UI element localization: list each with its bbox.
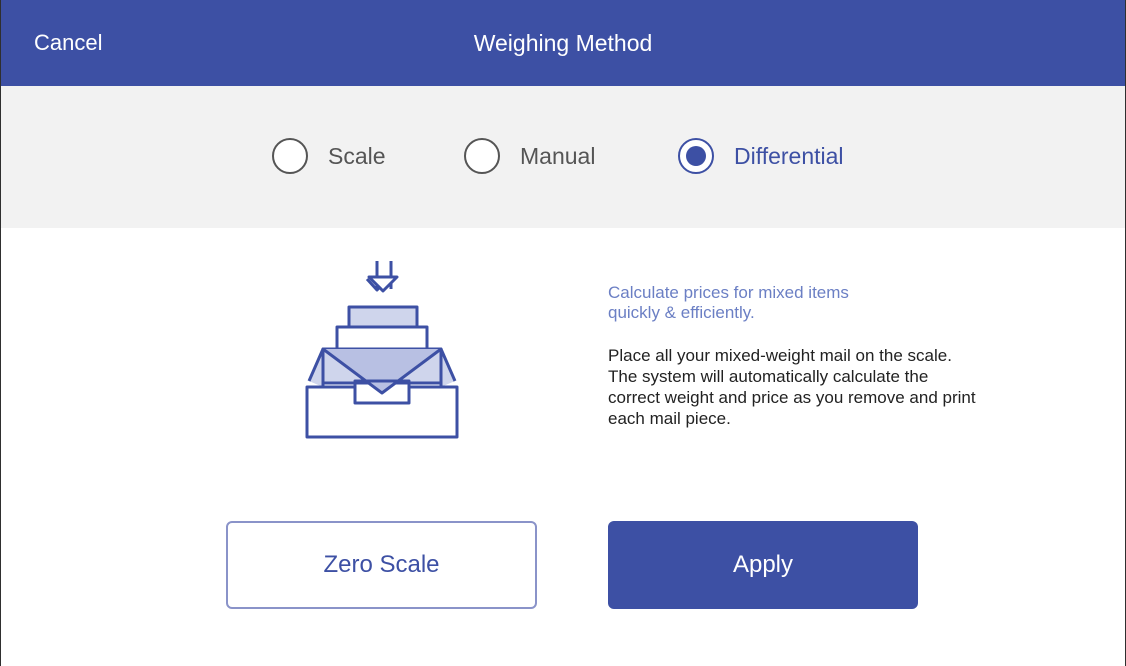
radio-label-manual: Manual bbox=[520, 142, 596, 169]
header-bar: Cancel Weighing Method bbox=[1, 0, 1125, 86]
weighing-method-selector: Scale Manual Differential bbox=[1, 86, 1125, 228]
description-line: correct weight and price as you remove a… bbox=[608, 388, 976, 407]
radio-label-differential: Differential bbox=[734, 142, 844, 169]
description: Place all your mixed-weight mail on the … bbox=[608, 345, 1058, 429]
description-line: Place all your mixed-weight mail on the … bbox=[608, 346, 952, 365]
tagline-line: Calculate prices for mixed items bbox=[608, 283, 849, 302]
apply-button[interactable]: Apply bbox=[608, 521, 918, 609]
radio-circle-icon[interactable] bbox=[272, 138, 308, 174]
description-line: The system will automatically calculate … bbox=[608, 367, 929, 386]
description-line: each mail piece. bbox=[608, 409, 731, 428]
tagline: Calculate prices for mixed items quickly… bbox=[608, 283, 928, 323]
mail-tray-scale-icon bbox=[297, 253, 465, 439]
radio-label-scale: Scale bbox=[328, 142, 386, 169]
radio-option-differential[interactable]: Differential bbox=[678, 136, 844, 176]
radio-selected-icon[interactable] bbox=[678, 138, 714, 174]
radio-option-scale[interactable]: Scale bbox=[272, 136, 386, 176]
zero-scale-button[interactable]: Zero Scale bbox=[226, 521, 537, 609]
radio-option-manual[interactable]: Manual bbox=[464, 136, 595, 176]
tagline-line: quickly & efficiently. bbox=[608, 303, 755, 322]
radio-circle-icon[interactable] bbox=[464, 138, 500, 174]
page-title: Weighing Method bbox=[473, 30, 653, 56]
